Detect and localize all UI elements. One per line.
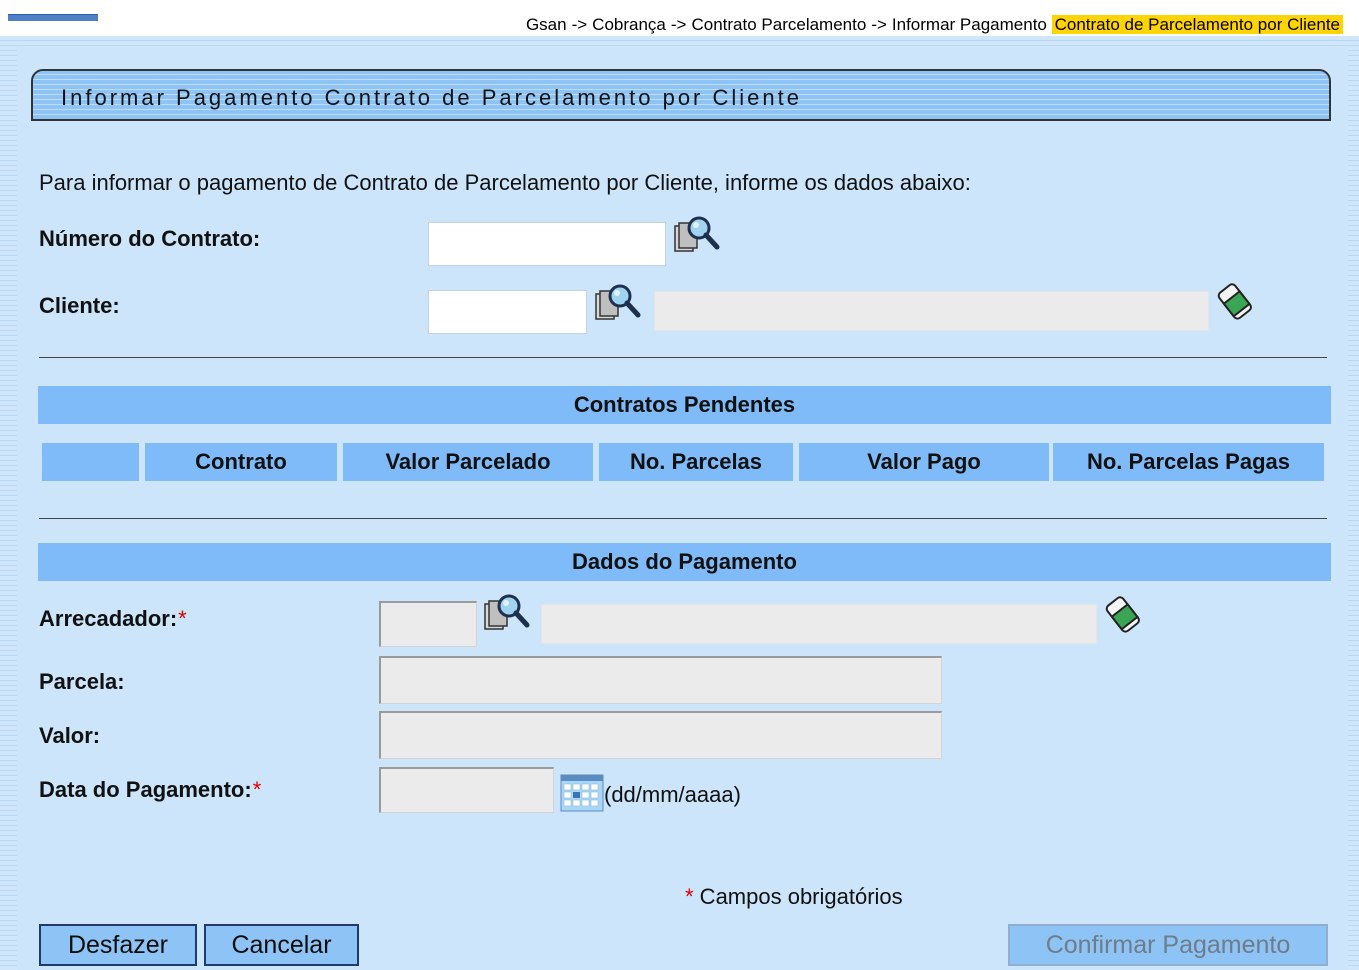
column-header-no-parcelas-pagas: No. Parcelas Pagas	[1053, 443, 1324, 481]
column-header-no-parcelas: No. Parcelas	[599, 443, 793, 481]
required-fields-note: * Campos obrigatórios	[685, 884, 903, 909]
column-header-select	[42, 443, 139, 481]
valor-label: Valor:	[39, 723, 101, 748]
desfazer-button[interactable]: Desfazer	[39, 924, 197, 966]
breadcrumb-item-informar-pagamento[interactable]: Informar Pagamento	[892, 15, 1047, 34]
form-panel: Informar Pagamento Contrato de Parcelame…	[17, 47, 1348, 970]
date-format-hint: (dd/mm/aaaa)	[604, 782, 741, 807]
eraser-arrecadador-icon[interactable]	[1103, 590, 1147, 643]
breadcrumb-current: Contrato de Parcelamento por Cliente	[1051, 15, 1343, 34]
page-title: Informar Pagamento Contrato de Parcelame…	[61, 85, 802, 110]
divider	[39, 518, 1327, 519]
eraser-cliente-icon[interactable]	[1215, 277, 1259, 330]
intro-text: Para informar o pagamento de Contrato de…	[39, 170, 971, 195]
search-cliente-icon[interactable]	[593, 282, 645, 331]
top-bar: Gsan -> Cobrança -> Contrato Parcelamento -> I…	[0, 0, 1359, 36]
breadcrumb-separator: ->	[670, 15, 687, 34]
data-pagamento-label: Data do Pagamento:*	[39, 777, 262, 802]
breadcrumb: Gsan -> Cobrança -> Contrato Parcelamento -> I…	[526, 15, 1343, 35]
column-header-valor-parcelado: Valor Parcelado	[343, 443, 593, 481]
column-header-valor-pago: Valor Pago	[799, 443, 1049, 481]
calendar-icon[interactable]	[560, 773, 604, 818]
parcela-label: Parcela:	[39, 669, 125, 694]
numero-contrato-label: Número do Contrato:	[39, 226, 261, 251]
divider	[39, 357, 1327, 358]
top-bar-accent	[8, 14, 98, 21]
page-title-bar: Informar Pagamento Contrato de Parcelame…	[31, 69, 1331, 121]
contratos-pendentes-header: Contratos Pendentes	[38, 386, 1331, 424]
cancelar-button[interactable]: Cancelar	[204, 924, 359, 966]
dados-pagamento-header: Dados do Pagamento	[38, 543, 1331, 581]
breadcrumb-item-contrato-parcelamento[interactable]: Contrato Parcelamento	[691, 15, 866, 34]
search-arrecadador-icon[interactable]	[482, 592, 534, 641]
parcela-input[interactable]	[379, 656, 942, 704]
data-pagamento-input[interactable]	[379, 767, 554, 813]
arrecadador-label: Arrecadador:*	[39, 606, 187, 631]
cliente-label: Cliente:	[39, 293, 120, 318]
confirmar-pagamento-button[interactable]: Confirmar Pagamento	[1008, 924, 1328, 966]
breadcrumb-item-cobranca[interactable]: Cobrança	[592, 15, 666, 34]
numero-contrato-input[interactable]	[428, 222, 666, 266]
breadcrumb-item-gsan[interactable]: Gsan	[526, 15, 567, 34]
cliente-code-input[interactable]	[428, 290, 587, 334]
cliente-name-field	[654, 291, 1209, 331]
arrecadador-code-input[interactable]	[379, 601, 477, 647]
breadcrumb-separator: ->	[571, 15, 588, 34]
arrecadador-name-field	[541, 604, 1097, 644]
search-contrato-icon[interactable]	[672, 214, 724, 263]
valor-input[interactable]	[379, 711, 942, 759]
breadcrumb-separator: ->	[871, 15, 887, 34]
column-header-contrato: Contrato	[145, 443, 337, 481]
